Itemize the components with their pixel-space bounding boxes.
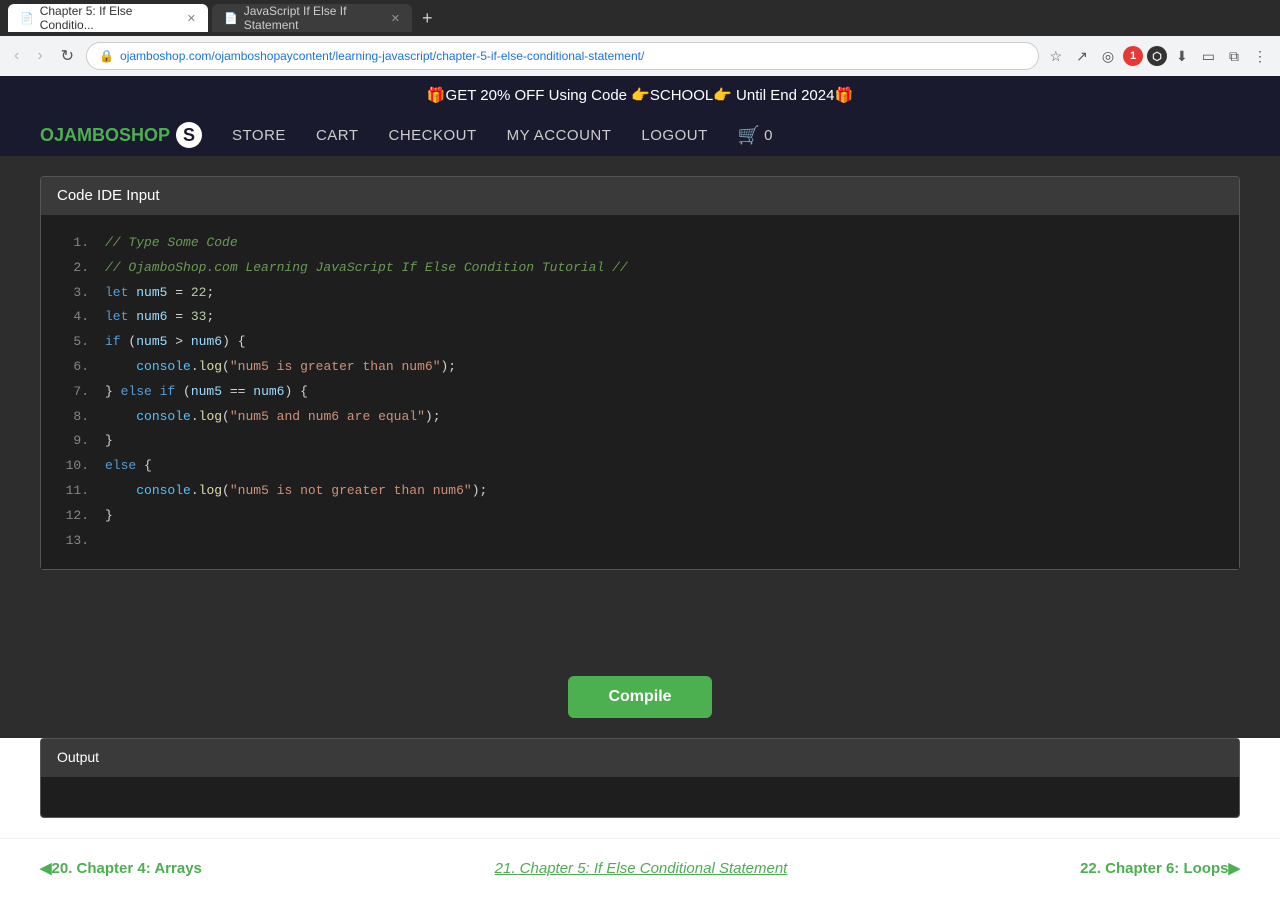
line-code-9: } bbox=[105, 431, 113, 452]
extension-badge-dark[interactable]: ⬡ bbox=[1147, 46, 1167, 66]
line-num-10: 10. bbox=[57, 456, 89, 477]
browser-chrome: 📄 Chapter 5: If Else Conditio... ✕ 📄 Jav… bbox=[0, 0, 1280, 76]
code-line-6: 6. console.log("num5 is greater than num… bbox=[41, 355, 1239, 380]
line-code-3: let num5 = 22; bbox=[105, 283, 214, 304]
tab2-favicon: 📄 bbox=[224, 12, 238, 25]
code-line-1: 1. // Type Some Code bbox=[41, 231, 1239, 256]
prev-chapter-link[interactable]: ◀20. Chapter 4: Arrays bbox=[40, 859, 202, 877]
extension-badge-red[interactable]: 1 bbox=[1123, 46, 1143, 66]
logo-text[interactable]: OJAMBOSHOP bbox=[40, 125, 170, 146]
line-code-11: console.log("num5 is not greater than nu… bbox=[105, 481, 487, 502]
compile-section: Compile bbox=[0, 656, 1280, 738]
reload-button[interactable]: ↻ bbox=[55, 42, 80, 70]
tab-title: Chapter 5: If Else Conditio... bbox=[40, 4, 177, 32]
line-code-7: } else if (num5 == num6) { bbox=[105, 382, 308, 403]
line-num-8: 8. bbox=[57, 407, 89, 428]
lock-icon: 🔒 bbox=[99, 49, 114, 63]
promo-bar: 🎁GET 20% OFF Using Code 👉SCHOOL👉 Until E… bbox=[0, 76, 1280, 114]
logo-s-badge: S bbox=[176, 122, 202, 148]
line-code-12: } bbox=[105, 506, 113, 527]
line-num-12: 12. bbox=[57, 506, 89, 527]
tab-inactive[interactable]: 📄 JavaScript If Else If Statement ✕ bbox=[212, 4, 412, 32]
output-box: Output bbox=[40, 738, 1240, 818]
next-chapter-link[interactable]: 22. Chapter 6: Loops▶ bbox=[1080, 859, 1240, 877]
line-code-8: console.log("num5 and num6 are equal"); bbox=[105, 407, 441, 428]
code-ide-box: Code IDE Input 1. // Type Some Code 2. /… bbox=[40, 176, 1240, 570]
nav-store-link[interactable]: STORE bbox=[232, 127, 286, 144]
line-num-7: 7. bbox=[57, 382, 89, 403]
download-button[interactable]: ⬇ bbox=[1171, 44, 1193, 69]
code-line-9: 9. } bbox=[41, 429, 1239, 454]
code-line-8: 8. console.log("num5 and num6 are equal"… bbox=[41, 405, 1239, 430]
tab2-close-button[interactable]: ✕ bbox=[391, 12, 400, 25]
main-content: Code IDE Input 1. // Type Some Code 2. /… bbox=[0, 156, 1280, 656]
extensions-button[interactable]: ⧉ bbox=[1224, 44, 1244, 69]
code-line-5: 5. if (num5 > num6) { bbox=[41, 330, 1239, 355]
address-bar[interactable]: 🔒 ojamboshop.com/ojamboshopaycontent/lea… bbox=[86, 42, 1038, 70]
bookmark-star-button[interactable]: ☆ bbox=[1045, 44, 1068, 69]
chapter-nav: ◀20. Chapter 4: Arrays 21. Chapter 5: If… bbox=[0, 838, 1280, 897]
line-code-4: let num6 = 33; bbox=[105, 307, 214, 328]
line-num-6: 6. bbox=[57, 357, 89, 378]
back-button[interactable]: ‹ bbox=[8, 43, 25, 69]
line-num-4: 4. bbox=[57, 307, 89, 328]
cart-bag-icon: 🛒 bbox=[738, 125, 760, 146]
line-code-10: else { bbox=[105, 456, 152, 477]
nav-cart-link[interactable]: CART bbox=[316, 127, 359, 144]
menu-button[interactable]: ⋮ bbox=[1248, 44, 1272, 69]
site-nav: OJAMBOSHOP S STORE CART CHECKOUT MY ACCO… bbox=[0, 114, 1280, 156]
code-ide-header: Code IDE Input bbox=[41, 177, 1239, 215]
promo-text: 🎁GET 20% OFF Using Code 👉SCHOOL👉 Until E… bbox=[427, 87, 853, 104]
nav-checkout-link[interactable]: CHECKOUT bbox=[389, 127, 477, 144]
code-line-3: 3. let num5 = 22; bbox=[41, 281, 1239, 306]
line-num-2: 2. bbox=[57, 258, 89, 279]
line-num-5: 5. bbox=[57, 332, 89, 353]
line-code-6: console.log("num5 is greater than num6")… bbox=[105, 357, 456, 378]
code-line-11: 11. console.log("num5 is not greater tha… bbox=[41, 479, 1239, 504]
line-code-2: // OjamboShop.com Learning JavaScript If… bbox=[105, 258, 628, 279]
url-text: ojamboshop.com/ojamboshopaycontent/learn… bbox=[120, 49, 1026, 63]
line-code-1: // Type Some Code bbox=[105, 233, 238, 254]
code-line-12: 12. } bbox=[41, 504, 1239, 529]
tab-active[interactable]: 📄 Chapter 5: If Else Conditio... ✕ bbox=[8, 4, 208, 32]
code-line-4: 4. let num6 = 33; bbox=[41, 305, 1239, 330]
line-num-13: 13. bbox=[57, 531, 89, 552]
rss-button[interactable]: ◎ bbox=[1097, 44, 1119, 69]
code-line-2: 2. // OjamboShop.com Learning JavaScript… bbox=[41, 256, 1239, 281]
cart-icon-wrapper[interactable]: 🛒 0 bbox=[738, 125, 773, 146]
tab-favicon: 📄 bbox=[20, 12, 34, 25]
output-title: Output bbox=[57, 749, 99, 765]
browser-nav-icons: ☆ ↗ ◎ 1 ⬡ ⬇ ▭ ⧉ ⋮ bbox=[1045, 44, 1272, 69]
code-line-10: 10. else { bbox=[41, 454, 1239, 479]
share-button[interactable]: ↗ bbox=[1071, 44, 1093, 69]
line-code-5: if (num5 > num6) { bbox=[105, 332, 246, 353]
screenshot-button[interactable]: ▭ bbox=[1197, 44, 1220, 69]
output-body bbox=[41, 777, 1239, 817]
code-editor[interactable]: 1. // Type Some Code 2. // OjamboShop.co… bbox=[41, 215, 1239, 569]
line-num-3: 3. bbox=[57, 283, 89, 304]
nav-logout-link[interactable]: LOGOUT bbox=[641, 127, 707, 144]
line-num-9: 9. bbox=[57, 431, 89, 452]
nav-myaccount-link[interactable]: MY ACCOUNT bbox=[507, 127, 612, 144]
output-header: Output bbox=[41, 739, 1239, 777]
tab-bar: 📄 Chapter 5: If Else Conditio... ✕ 📄 Jav… bbox=[0, 0, 1280, 36]
line-num-1: 1. bbox=[57, 233, 89, 254]
site-logo[interactable]: OJAMBOSHOP S bbox=[40, 122, 202, 148]
new-tab-button[interactable]: + bbox=[416, 8, 439, 29]
code-line-13: 13. bbox=[41, 529, 1239, 554]
code-ide-title: Code IDE Input bbox=[57, 187, 160, 204]
forward-button[interactable]: › bbox=[31, 43, 48, 69]
current-chapter-label[interactable]: 21. Chapter 5: If Else Conditional State… bbox=[495, 860, 788, 877]
browser-nav-bar: ‹ › ↻ 🔒 ojamboshop.com/ojamboshopayconte… bbox=[0, 36, 1280, 76]
compile-button[interactable]: Compile bbox=[568, 676, 711, 718]
tab-close-button[interactable]: ✕ bbox=[187, 12, 196, 25]
line-num-11: 11. bbox=[57, 481, 89, 502]
tab2-title: JavaScript If Else If Statement bbox=[244, 4, 381, 32]
cart-count: 0 bbox=[764, 127, 772, 144]
code-line-7: 7. } else if (num5 == num6) { bbox=[41, 380, 1239, 405]
